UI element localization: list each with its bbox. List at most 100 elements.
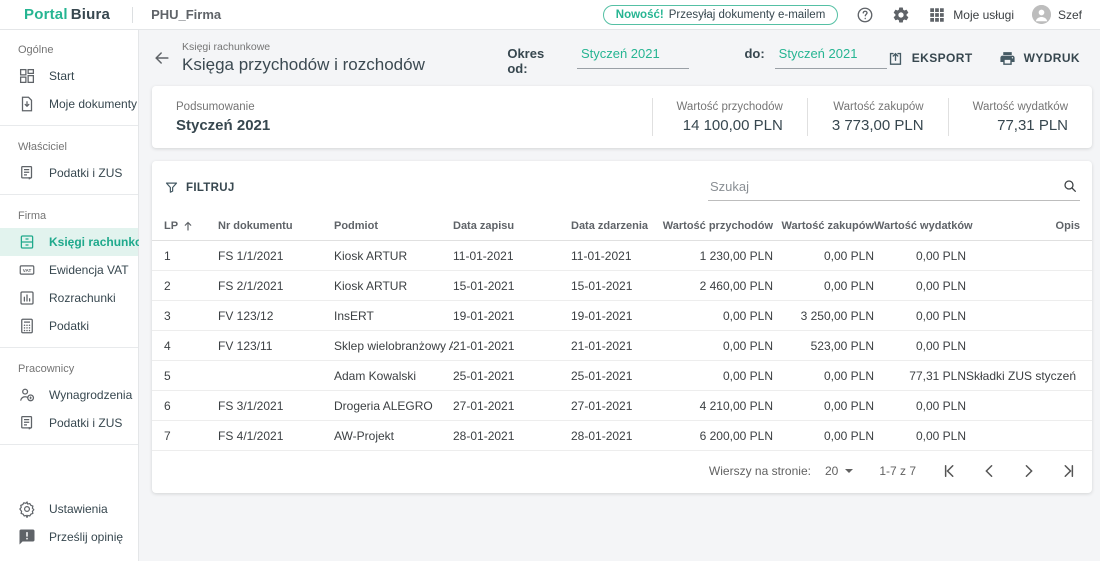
back-arrow-icon[interactable] [152,48,172,68]
help-icon[interactable] [856,6,874,24]
table-cell: InsERT [334,309,453,323]
sidebar-item-przeslij-opinie[interactable]: Prześlij opinię [0,523,138,551]
column-header-lp[interactable]: LP [164,220,218,232]
export-icon [887,50,904,67]
export-label: EKSPORT [912,51,973,65]
table-cell: FS 1/1/2021 [218,249,334,263]
sidebar-item-moje-dokumenty[interactable]: Moje dokumenty [0,90,138,118]
column-label: LP [164,220,178,232]
summary-card: Podsumowanie Styczeń 2021 Wartość przych… [152,86,1092,148]
filter-button[interactable]: FILTRUJ [164,180,235,201]
table-cell: 11-01-2021 [453,249,571,263]
my-services-label: Moje usługi [953,8,1014,22]
table-cell: 25-01-2021 [453,369,571,383]
search-field[interactable] [708,176,1080,201]
column-header[interactable]: Wartość zakupów [773,220,874,232]
table-cell: FS 3/1/2021 [218,399,334,413]
funnel-icon [164,180,179,195]
sidebar-item-podatki-zus-wlasciciel[interactable]: Podatki i ZUS [0,159,138,187]
table-cell: 21-01-2021 [571,339,659,353]
column-header[interactable]: Data zdarzenia [571,220,659,232]
logo-part-1: Portal [24,6,68,23]
stat-label: Wartość zakupów [832,101,924,113]
my-services-button[interactable]: Moje usługi [928,6,1014,24]
stat-zakupy: Wartość zakupów 3 773,00 PLN [807,98,948,136]
sidebar-item-label: Wynagrodzenia [49,388,132,402]
table-cell: Sklep wielobranżowy ALEX [334,339,453,353]
print-button[interactable]: WYDRUK [999,50,1080,67]
table-row[interactable]: 4 FV 123/11 Sklep wielobranżowy ALEX 21-… [152,331,1092,361]
logo-part-2: Biura [71,6,110,23]
table-row[interactable]: 1 FS 1/1/2021 Kiosk ARTUR 11-01-2021 11-… [152,241,1092,271]
table-cell: 28-01-2021 [571,429,659,443]
sidebar-item-label: Podatki i ZUS [49,166,122,180]
sidebar-item-wynagrodzenia[interactable]: Wynagrodzenia [0,381,138,409]
column-header[interactable]: Wartość wydatków [874,220,966,232]
table-cell: 27-01-2021 [453,399,571,413]
topbar: PortalBiura PHU_Firma Nowość! Przesyłaj … [0,0,1100,30]
salary-person-icon [18,386,36,404]
user-menu[interactable]: Szef [1032,5,1082,24]
app-logo[interactable]: PortalBiura [24,6,110,23]
table-row[interactable]: 6 FS 3/1/2021 Drogeria ALEGRO 27-01-2021… [152,391,1092,421]
sidebar-divider [0,125,138,126]
table-cell: 0,00 PLN [659,369,773,383]
section-label-pracownicy: Pracownicy [0,355,138,381]
svg-text:VAT: VAT [23,268,32,273]
table-cell: 523,00 PLN [773,339,874,353]
sidebar-item-ustawienia[interactable]: Ustawienia [0,495,138,523]
sidebar-item-ewidencja-vat[interactable]: VAT Ewidencja VAT [0,256,138,284]
sidebar-item-label: Podatki [49,319,89,333]
table-row[interactable]: 5 Adam Kowalski 25-01-2021 25-01-2021 0,… [152,361,1092,391]
table-cell: 0,00 PLN [874,429,966,443]
search-input[interactable] [710,179,1062,194]
page-header: Księgi rachunkowe Księga przychodów i ro… [152,30,1092,86]
column-header[interactable]: Podmiot [334,220,453,232]
sidebar-item-label: Start [49,69,74,83]
sidebar-divider [0,347,138,348]
table-cell: Adam Kowalski [334,369,453,383]
table-cell: 0,00 PLN [874,399,966,413]
search-icon[interactable] [1062,178,1078,194]
table-cell: 15-01-2021 [571,279,659,293]
last-page-icon[interactable] [1060,462,1078,480]
first-page-icon[interactable] [940,462,958,480]
column-header[interactable]: Opis [966,220,1080,232]
rows-per-page-select[interactable]: 20 [825,464,853,478]
column-header[interactable]: Wartość przychodów [659,220,773,232]
topbar-divider [132,7,133,23]
table-cell: Drogeria ALEGRO [334,399,453,413]
table-cell: AW-Projekt [334,429,453,443]
table-cell: 0,00 PLN [874,279,966,293]
next-page-icon[interactable] [1020,462,1038,480]
table-cell: 0,00 PLN [773,279,874,293]
column-header[interactable]: Nr dokumentu [218,220,334,232]
sidebar-item-ksiegi-rachunkowe[interactable]: Księgi rachunkowe [0,228,138,256]
sidebar-item-rozrachunki[interactable]: Rozrachunki [0,284,138,312]
sidebar-item-podatki-zus-pracownicy[interactable]: Podatki i ZUS [0,409,138,437]
feedback-icon [18,528,36,546]
sidebar-item-start[interactable]: Start [0,62,138,90]
pagination-range: 1-7 z 7 [879,464,916,478]
table-row[interactable]: 2 FS 2/1/2021 Kiosk ARTUR 15-01-2021 15-… [152,271,1092,301]
promo-pill[interactable]: Nowość! Przesyłaj dokumenty e-mailem [603,5,839,25]
vat-icon: VAT [18,261,36,279]
gear-icon[interactable] [892,6,910,24]
document-icon [18,95,36,113]
table-cell: 0,00 PLN [874,249,966,263]
breadcrumb: Księgi rachunkowe [182,41,507,53]
table-cell: 27-01-2021 [571,399,659,413]
period-from-field[interactable]: Styczeń 2021 [577,44,689,69]
export-button[interactable]: EKSPORT [887,50,973,67]
column-header[interactable]: Data zapisu [453,220,571,232]
previous-page-icon[interactable] [980,462,998,480]
stat-value: 3 773,00 PLN [832,117,924,134]
sidebar-divider [0,444,138,445]
table-cell: 6 200,00 PLN [659,429,773,443]
table-cell: 0,00 PLN [773,429,874,443]
table-row[interactable]: 3 FV 123/12 InsERT 19-01-2021 19-01-2021… [152,301,1092,331]
period-to-field[interactable]: Styczeń 2021 [775,44,887,69]
sidebar-item-podatki[interactable]: Podatki [0,312,138,340]
table-cell: 25-01-2021 [571,369,659,383]
table-row[interactable]: 7 FS 4/1/2021 AW-Projekt 28-01-2021 28-0… [152,421,1092,451]
